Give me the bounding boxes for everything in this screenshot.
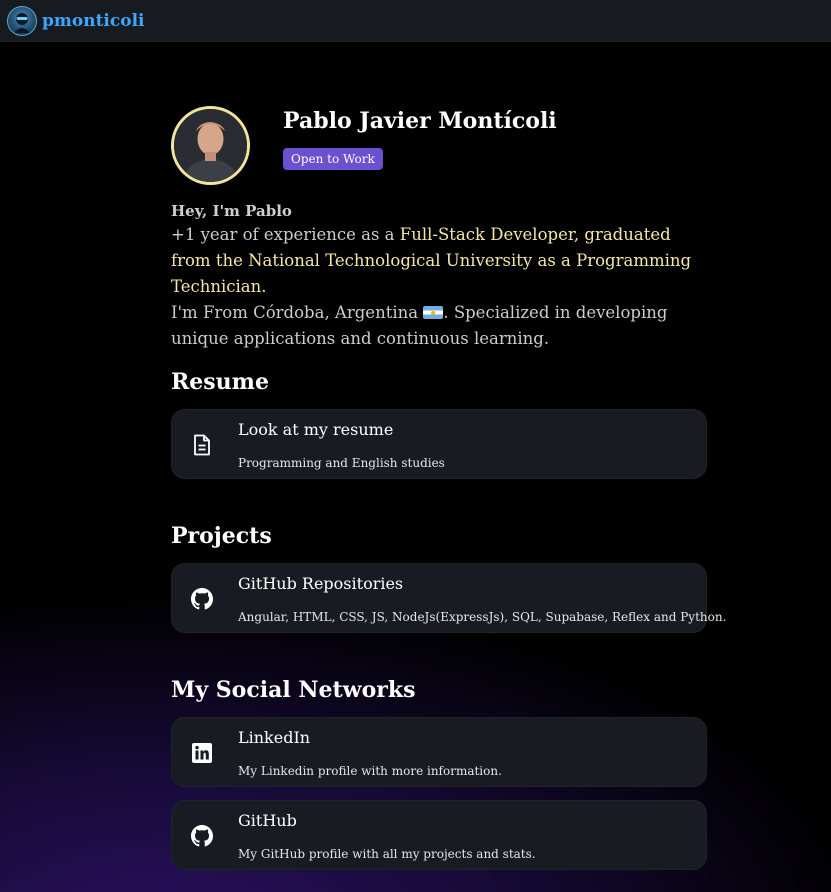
name-block: Pablo Javier Montícoli Open to Work	[283, 108, 603, 170]
section-title-social: My Social Networks	[171, 677, 416, 703]
profile-name: Pablo Javier Montícoli	[283, 108, 557, 134]
bio: +1 year of experience as a Full-Stack De…	[171, 222, 707, 352]
logo-face-icon	[14, 12, 30, 33]
linkedin-icon	[191, 742, 213, 764]
brand-link[interactable]: pmonticoli	[42, 11, 145, 31]
developer-avatar-logo[interactable]	[7, 5, 37, 36]
document-icon	[191, 434, 213, 456]
projects-card-title: GitHub Repositories	[238, 574, 404, 593]
greeting: Hey, I'm Pablo	[171, 202, 292, 220]
navbar: pmonticoli	[0, 0, 831, 42]
section-title-projects: Projects	[171, 523, 272, 549]
resume-card-subtitle: Programming and English studies	[238, 456, 445, 470]
resume-card[interactable]: Look at my resume Programming and Englis…	[171, 409, 707, 479]
linkedin-card[interactable]: LinkedIn My Linkedin profile with more i…	[171, 717, 707, 787]
bio-text-start: +1 year of experience as a	[171, 225, 400, 244]
resume-card-title: Look at my resume	[238, 420, 394, 439]
linkedin-card-title: LinkedIn	[238, 728, 311, 747]
github-repositories-card[interactable]: GitHub Repositories Angular, HTML, CSS, …	[171, 563, 726, 633]
github-card-subtitle: My GitHub profile with all my projects a…	[238, 847, 536, 861]
avatar	[171, 106, 250, 185]
github-icon	[191, 825, 213, 847]
github-card-title: GitHub	[238, 811, 297, 830]
bio-location: I'm From Córdoba, Argentina	[171, 303, 419, 322]
section-title-resume: Resume	[171, 369, 269, 395]
github-profile-card[interactable]: GitHub My GitHub profile with all my pro…	[171, 800, 707, 870]
profile-photo	[174, 109, 247, 182]
profile-header: Pablo Javier Montícoli Open to Work	[171, 106, 557, 185]
linkedin-card-subtitle: My Linkedin profile with more informatio…	[238, 764, 502, 778]
status-badge: Open to Work	[283, 148, 383, 170]
github-icon	[191, 588, 213, 610]
projects-card-subtitle: Angular, HTML, CSS, JS, NodeJs(ExpressJs…	[238, 610, 727, 624]
argentina-flag-icon	[423, 306, 444, 319]
intro: Hey, I'm Pablo +1 year of experience as …	[171, 202, 707, 352]
